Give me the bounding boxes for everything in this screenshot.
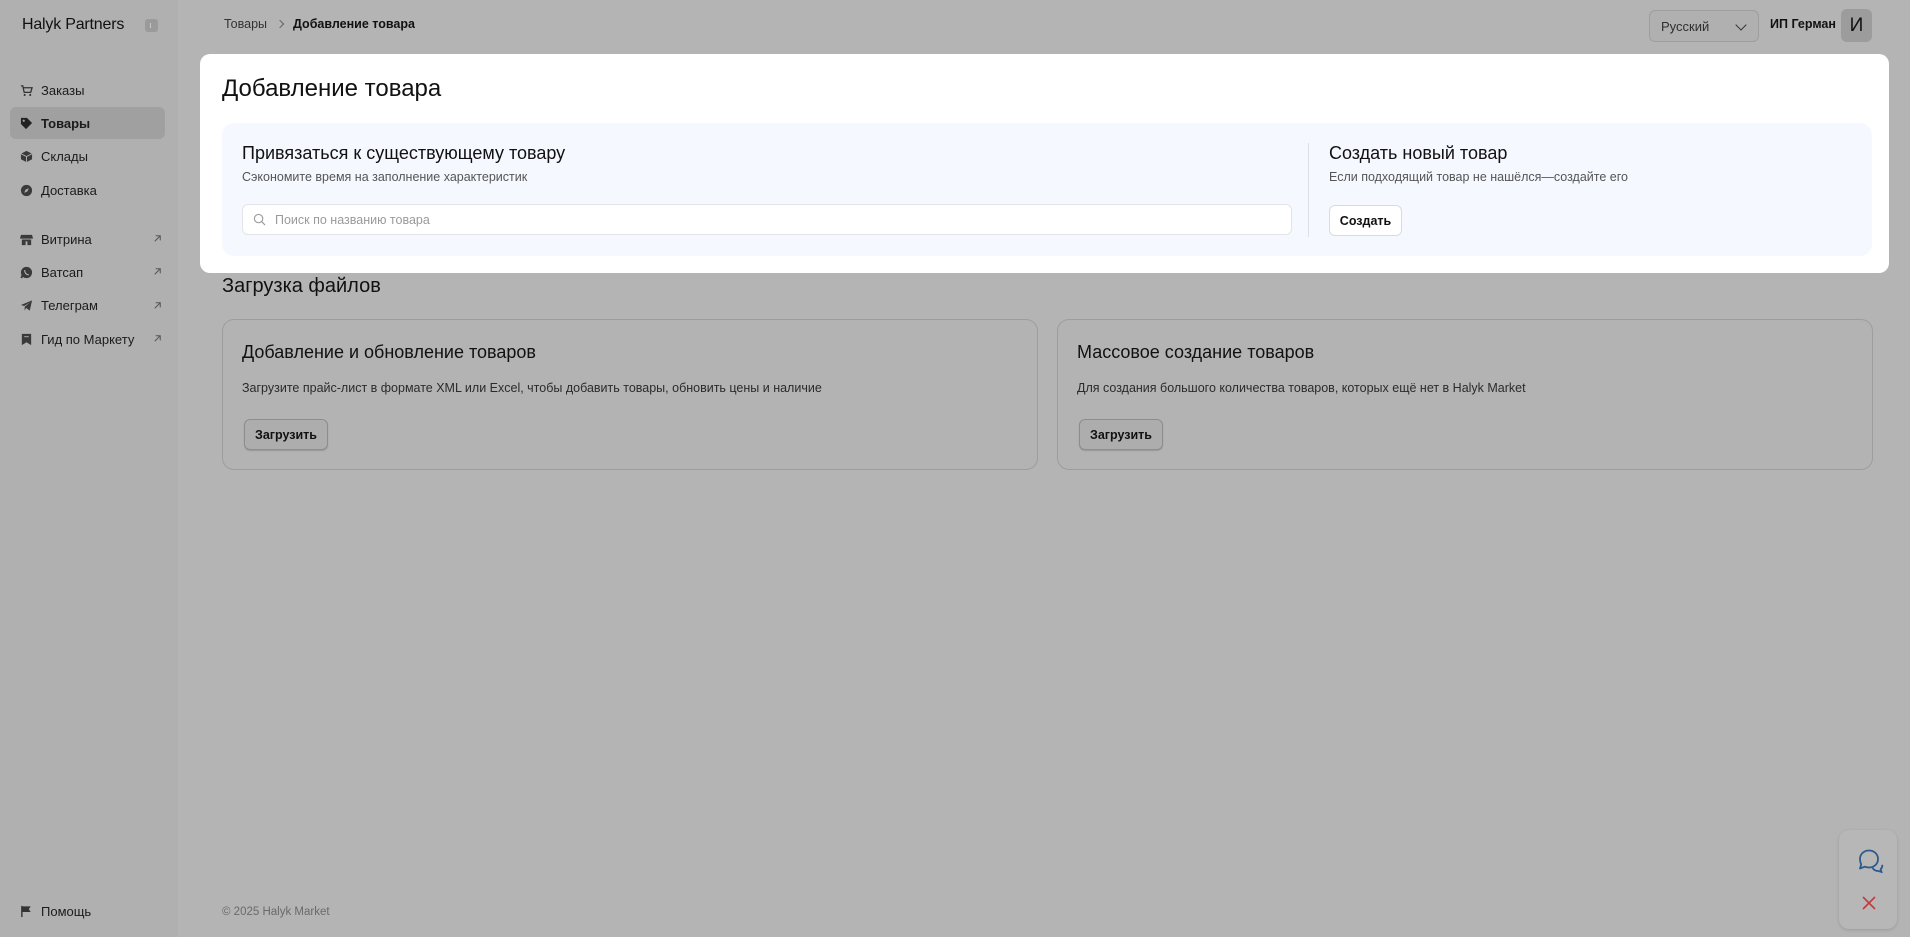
- upload-bulk-button[interactable]: Загрузить: [1079, 419, 1163, 450]
- breadcrumb-current: Добавление товара: [293, 17, 415, 31]
- add-product-options: Привязаться к существующему товару Сэкон…: [222, 123, 1872, 256]
- link-existing-section: Привязаться к существующему товару Сэкон…: [242, 143, 1292, 235]
- language-select[interactable]: Русский: [1649, 10, 1759, 42]
- sidebar-item-market-guide[interactable]: Гид по Маркету: [10, 323, 165, 355]
- sidebar-item-showcase[interactable]: Витрина: [10, 223, 165, 255]
- create-new-subtitle: Если подходящий товар не нашёлся—создайт…: [1329, 170, 1628, 184]
- avatar[interactable]: И: [1841, 9, 1872, 42]
- add-product-card: Добавление товара Привязаться к существу…: [200, 54, 1889, 273]
- tag-icon: [20, 117, 33, 130]
- upload-pricelist-button[interactable]: Загрузить: [244, 419, 328, 450]
- file-card-bulk-create: Массовое создание товаров Для создания б…: [1057, 319, 1873, 470]
- box-icon: [20, 150, 33, 163]
- sidebar-collapse-icon[interactable]: [145, 18, 158, 32]
- chevron-right-icon: [275, 19, 285, 29]
- sidebar-item-label: Товары: [41, 115, 91, 131]
- close-icon[interactable]: [1861, 895, 1877, 911]
- section-divider: [1308, 143, 1309, 237]
- search-input[interactable]: [275, 212, 1265, 227]
- file-card-title: Массовое создание товаров: [1077, 342, 1315, 362]
- user-name[interactable]: ИП Герман: [1770, 17, 1836, 31]
- link-existing-subtitle: Сэкономите время на заполнение характери…: [242, 170, 528, 184]
- file-card-update-products: Добавление и обновление товаров Загрузит…: [222, 319, 1038, 470]
- sidebar-item-telegram[interactable]: Телеграм: [10, 290, 165, 322]
- external-link-icon: [154, 235, 161, 242]
- chat-widget: [1839, 830, 1897, 929]
- logo-row: Halyk Partners: [22, 14, 158, 36]
- help-nav: Помощь: [10, 895, 165, 928]
- file-card-description: Загрузите прайс-лист в формате XML или E…: [242, 381, 822, 395]
- sidebar-item-label: Помощь: [41, 903, 92, 919]
- file-card-description: Для создания большого количества товаров…: [1077, 381, 1526, 395]
- flag-icon: [20, 905, 33, 918]
- page-title: Добавление товара: [222, 75, 442, 102]
- search-icon: [253, 213, 266, 226]
- breadcrumb-link-products[interactable]: Товары: [224, 17, 267, 31]
- sidebar-item-label: Доставка: [41, 182, 97, 198]
- store-icon: [20, 233, 33, 246]
- create-new-section: Создать новый товар Если подходящий това…: [1329, 143, 1849, 184]
- bookmark-icon: [20, 333, 33, 346]
- chevron-down-icon: [1735, 19, 1747, 31]
- chat-bubbles-icon[interactable]: [1856, 847, 1884, 873]
- sidebar-item-label: Витрина: [41, 231, 92, 247]
- external-link-icon: [154, 268, 161, 275]
- product-search[interactable]: [242, 204, 1292, 235]
- sidebar-item-warehouses[interactable]: Склады: [10, 141, 165, 173]
- files-section-title: Загрузка файлов: [222, 275, 381, 297]
- language-value: Русский: [1661, 18, 1710, 34]
- link-existing-title: Привязаться к существующему товару: [242, 143, 566, 163]
- footer-copyright: © 2025 Halyk Market: [222, 906, 330, 918]
- sidebar-item-label: Гид по Маркету: [41, 331, 135, 347]
- external-link-icon: [154, 335, 161, 342]
- main-nav: Заказы Товары Склады Доставка: [10, 74, 165, 208]
- sidebar-item-orders[interactable]: Заказы: [10, 74, 165, 106]
- breadcrumb: Товары Добавление товара: [224, 17, 415, 31]
- logo[interactable]: Halyk Partners: [22, 16, 124, 34]
- sidebar: Halyk Partners Заказы Товары Склады Дост…: [0, 0, 178, 937]
- sidebar-item-products[interactable]: Товары: [10, 107, 165, 140]
- cart-icon: [20, 84, 33, 97]
- compass-icon: [20, 184, 33, 197]
- sidebar-item-label: Телеграм: [41, 298, 98, 314]
- create-new-title: Создать новый товар: [1329, 143, 1508, 163]
- telegram-icon: [20, 299, 33, 312]
- whatsapp-icon: [20, 266, 33, 279]
- external-link-icon: [154, 302, 161, 309]
- sidebar-item-help[interactable]: Помощь: [10, 895, 165, 927]
- create-product-button[interactable]: Создать: [1329, 205, 1402, 236]
- sidebar-item-label: Заказы: [41, 82, 85, 98]
- sidebar-item-whatsapp[interactable]: Ватсап: [10, 256, 165, 288]
- sidebar-item-delivery[interactable]: Доставка: [10, 174, 165, 206]
- sidebar-item-label: Ватсап: [41, 264, 84, 280]
- file-card-title: Добавление и обновление товаров: [242, 342, 536, 362]
- external-nav: Витрина Ватсап Телеграм Гид по Маркету: [10, 223, 165, 357]
- sidebar-item-label: Склады: [41, 149, 88, 165]
